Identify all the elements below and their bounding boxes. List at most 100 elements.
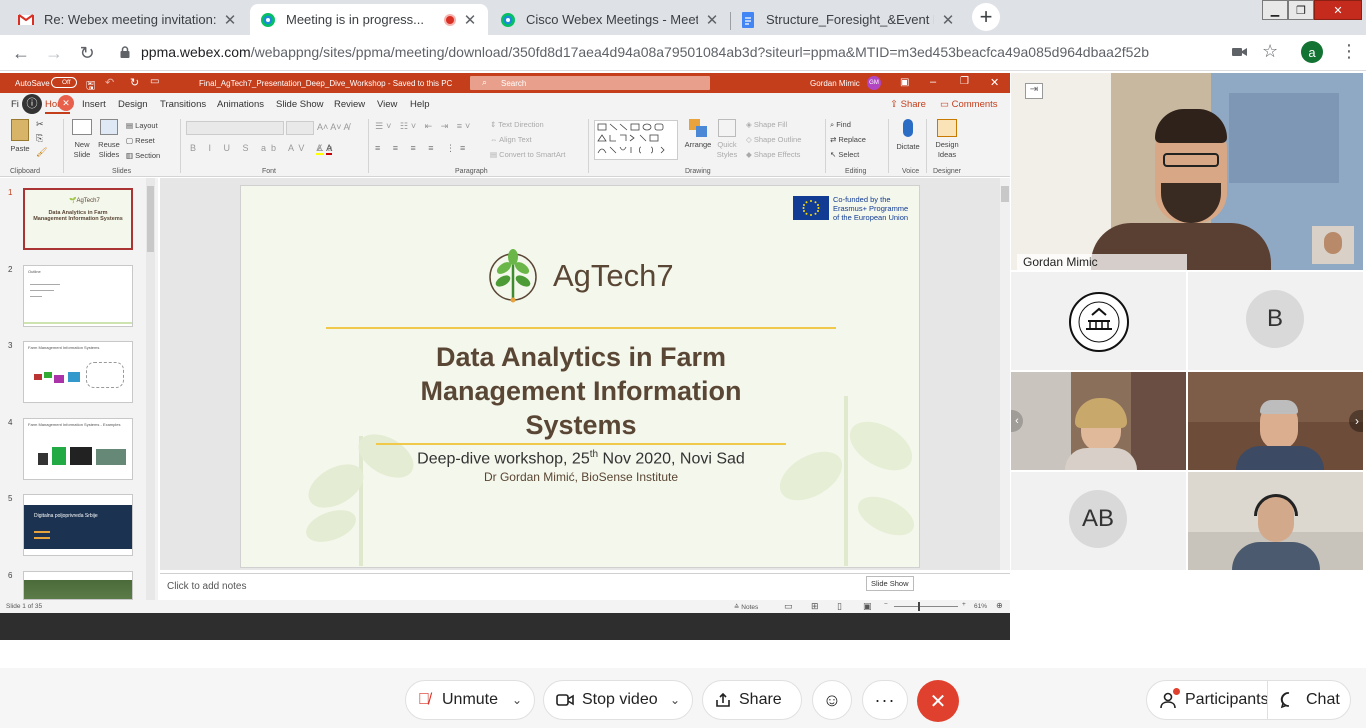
select-button[interactable]: ↖ Select <box>830 150 859 159</box>
tab-help[interactable]: Help <box>410 99 430 110</box>
design-ideas-button[interactable]: Design Ideas <box>932 119 962 160</box>
unmute-button[interactable]: 🎙̸ Unmute ⌄ <box>405 680 535 720</box>
arrange-button[interactable]: Arrange <box>684 119 712 149</box>
restore-icon[interactable]: ❐ <box>960 76 969 87</box>
present-icon[interactable]: ▭ <box>150 76 159 87</box>
stop-video-button[interactable]: Stop video ⌄ <box>543 680 693 720</box>
format-painter-icon[interactable]: 🖌 <box>36 147 47 158</box>
copy-icon[interactable]: ⎘ <box>36 133 43 144</box>
shapes-gallery[interactable] <box>594 120 678 160</box>
ribbon-display-icon[interactable]: ▣ <box>900 77 909 88</box>
align-text-button[interactable]: ⇔ Align Text <box>490 135 532 144</box>
close-tab-icon[interactable]: ✕ <box>704 11 720 29</box>
browser-tab-webex[interactable]: Cisco Webex Meetings - Meeting ✕ <box>490 4 730 35</box>
thumbnail-slide-6[interactable] <box>23 571 133 600</box>
shape-effects-button[interactable]: ◆ Shape Effects <box>746 150 800 159</box>
chevron-down-icon[interactable]: ⌄ <box>512 693 522 707</box>
zoom-slider[interactable] <box>894 606 958 607</box>
thumbnail-slide-4[interactable]: Farm Management Information Systems - Ex… <box>23 418 133 480</box>
reset-button[interactable]: ▢ Reset <box>126 136 155 145</box>
thumbnail-slide-1[interactable]: 🌱AgTech7 Data Analytics in Farm Manageme… <box>23 188 133 250</box>
zoom-in-icon[interactable]: + <box>962 601 966 608</box>
bookmark-star-icon[interactable]: ☆ <box>1262 41 1278 62</box>
more-options-button[interactable]: ··· <box>862 680 908 720</box>
tab-file[interactable]: Fi <box>11 99 19 110</box>
url-text[interactable]: ppma.webex.com/webappng/sites/ppma/meeti… <box>141 44 1149 60</box>
font-size-select[interactable] <box>286 121 314 135</box>
quick-styles-button[interactable]: Quick Styles <box>712 119 742 160</box>
close-tab-icon[interactable]: ✕ <box>940 11 956 29</box>
minimize-icon[interactable]: – <box>930 76 936 88</box>
find-button[interactable]: ⌕ Find <box>830 120 851 130</box>
leave-meeting-button[interactable]: ✕ <box>917 680 959 722</box>
close-icon[interactable]: ✕ <box>990 76 999 89</box>
participant-tile-video-headset[interactable] <box>1188 472 1363 570</box>
slide-sorter-icon[interactable]: ⊞ <box>811 601 819 612</box>
font-color-buttons[interactable]: ∠ A <box>316 143 333 155</box>
tab-slide-show[interactable]: Slide Show <box>276 99 324 110</box>
tab-design[interactable]: Design <box>118 99 148 110</box>
tab-animations[interactable]: Animations <box>217 99 264 110</box>
shape-fill-button[interactable]: ◈ Shape Fill <box>746 120 787 129</box>
slide-show-icon[interactable]: ▣ <box>863 601 872 612</box>
new-tab-button[interactable]: + <box>972 3 1000 31</box>
notes-button[interactable]: ≙ Notes <box>734 603 758 611</box>
collapse-panel-icon[interactable]: ⇥ <box>1025 83 1043 99</box>
list-buttons[interactable]: ☰˅ ☷˅ ⇤ ⇥ ≡˅ <box>375 121 473 132</box>
reload-icon[interactable]: ↻ <box>76 43 98 63</box>
new-slide-button[interactable]: New Slide <box>68 119 96 160</box>
close-tab-icon[interactable]: ✕ <box>462 11 478 29</box>
close-window-button[interactable]: ✕ <box>1314 0 1362 20</box>
undo-icon[interactable]: ↶ <box>105 76 114 89</box>
close-notice-icon[interactable]: ✕ <box>58 95 74 111</box>
browser-tab-docs[interactable]: Structure_Foresight_&Event Evalu ✕ <box>730 4 966 35</box>
font-size-controls[interactable]: A˄ A˅ A̸ <box>317 122 350 132</box>
close-tab-icon[interactable]: ✕ <box>222 11 238 29</box>
dictate-button[interactable]: Dictate <box>893 119 923 151</box>
browser-tab-meeting[interactable]: Meeting is in progress... ✕ <box>250 4 488 35</box>
current-slide[interactable]: Co-funded by the Erasmus+ Programme of t… <box>240 185 920 568</box>
info-icon[interactable]: ⓘ <box>22 94 42 114</box>
convert-smartart-button[interactable]: ▤ Convert to SmartArt <box>490 150 565 159</box>
comments-button[interactable]: ▭ Comments <box>940 99 998 110</box>
zoom-out-icon[interactable]: − <box>884 601 888 608</box>
menu-icon[interactable]: ⋮ <box>1340 41 1358 62</box>
back-icon[interactable]: ← <box>10 43 32 63</box>
tab-insert[interactable]: Insert <box>82 99 106 110</box>
shape-outline-button[interactable]: ◇ Shape Outline <box>746 135 801 144</box>
maximize-button[interactable]: ❐ <box>1288 0 1314 20</box>
thumbnail-slide-3[interactable]: Farm Management Information Systems <box>23 341 133 403</box>
redo-icon[interactable]: ↻ <box>130 76 139 89</box>
reactions-button[interactable]: ☺ <box>812 680 852 720</box>
zoom-level[interactable]: 61% <box>974 603 987 610</box>
self-view-thumbnail[interactable] <box>1312 226 1354 264</box>
tab-transitions[interactable]: Transitions <box>160 99 206 110</box>
thumbnail-slide-5[interactable]: Digitalna poljoprivreda Srbije <box>23 494 133 556</box>
camera-icon[interactable] <box>1232 45 1248 59</box>
participants-button[interactable]: Participants <box>1146 680 1269 720</box>
search-box[interactable]: ⌕ Search <box>470 76 710 90</box>
active-speaker-video[interactable]: ⇥ Gordan Mimic <box>1011 73 1363 270</box>
align-buttons[interactable]: ≡ ≡ ≡ ≡ ⋮≡ <box>375 143 470 154</box>
share-button[interactable]: Share <box>702 680 802 720</box>
font-name-select[interactable] <box>186 121 284 135</box>
participant-tile-ab[interactable]: AB <box>1011 472 1186 570</box>
user-avatar[interactable]: GM <box>867 76 881 90</box>
tab-review[interactable]: Review <box>334 99 365 110</box>
slide-scrollbar[interactable] <box>1000 178 1010 570</box>
thumbnail-slide-2[interactable]: Outline <box>23 265 133 327</box>
text-direction-button[interactable]: ⇕ Text Direction <box>490 120 544 129</box>
reading-view-icon[interactable]: ▯ <box>837 601 842 612</box>
participant-tile-b[interactable]: B <box>1188 272 1363 370</box>
paste-button[interactable]: Paste <box>8 119 32 165</box>
autosave-toggle[interactable]: Off <box>51 77 77 88</box>
chat-button[interactable]: Chat <box>1267 680 1351 720</box>
participant-tile-video-man[interactable]: › <box>1188 372 1363 470</box>
minimize-button[interactable]: ▁ <box>1262 0 1288 20</box>
reuse-slides-button[interactable]: Reuse Slides <box>97 119 121 160</box>
fit-slide-icon[interactable]: ⊕ <box>996 601 1003 610</box>
forward-icon[interactable]: → <box>43 43 65 63</box>
layout-button[interactable]: ▤ Layout <box>126 121 158 130</box>
replace-button[interactable]: ⇄ Replace <box>830 135 866 144</box>
browser-tab-gmail[interactable]: Re: Webex meeting invitation: Ag ✕ <box>8 4 248 35</box>
